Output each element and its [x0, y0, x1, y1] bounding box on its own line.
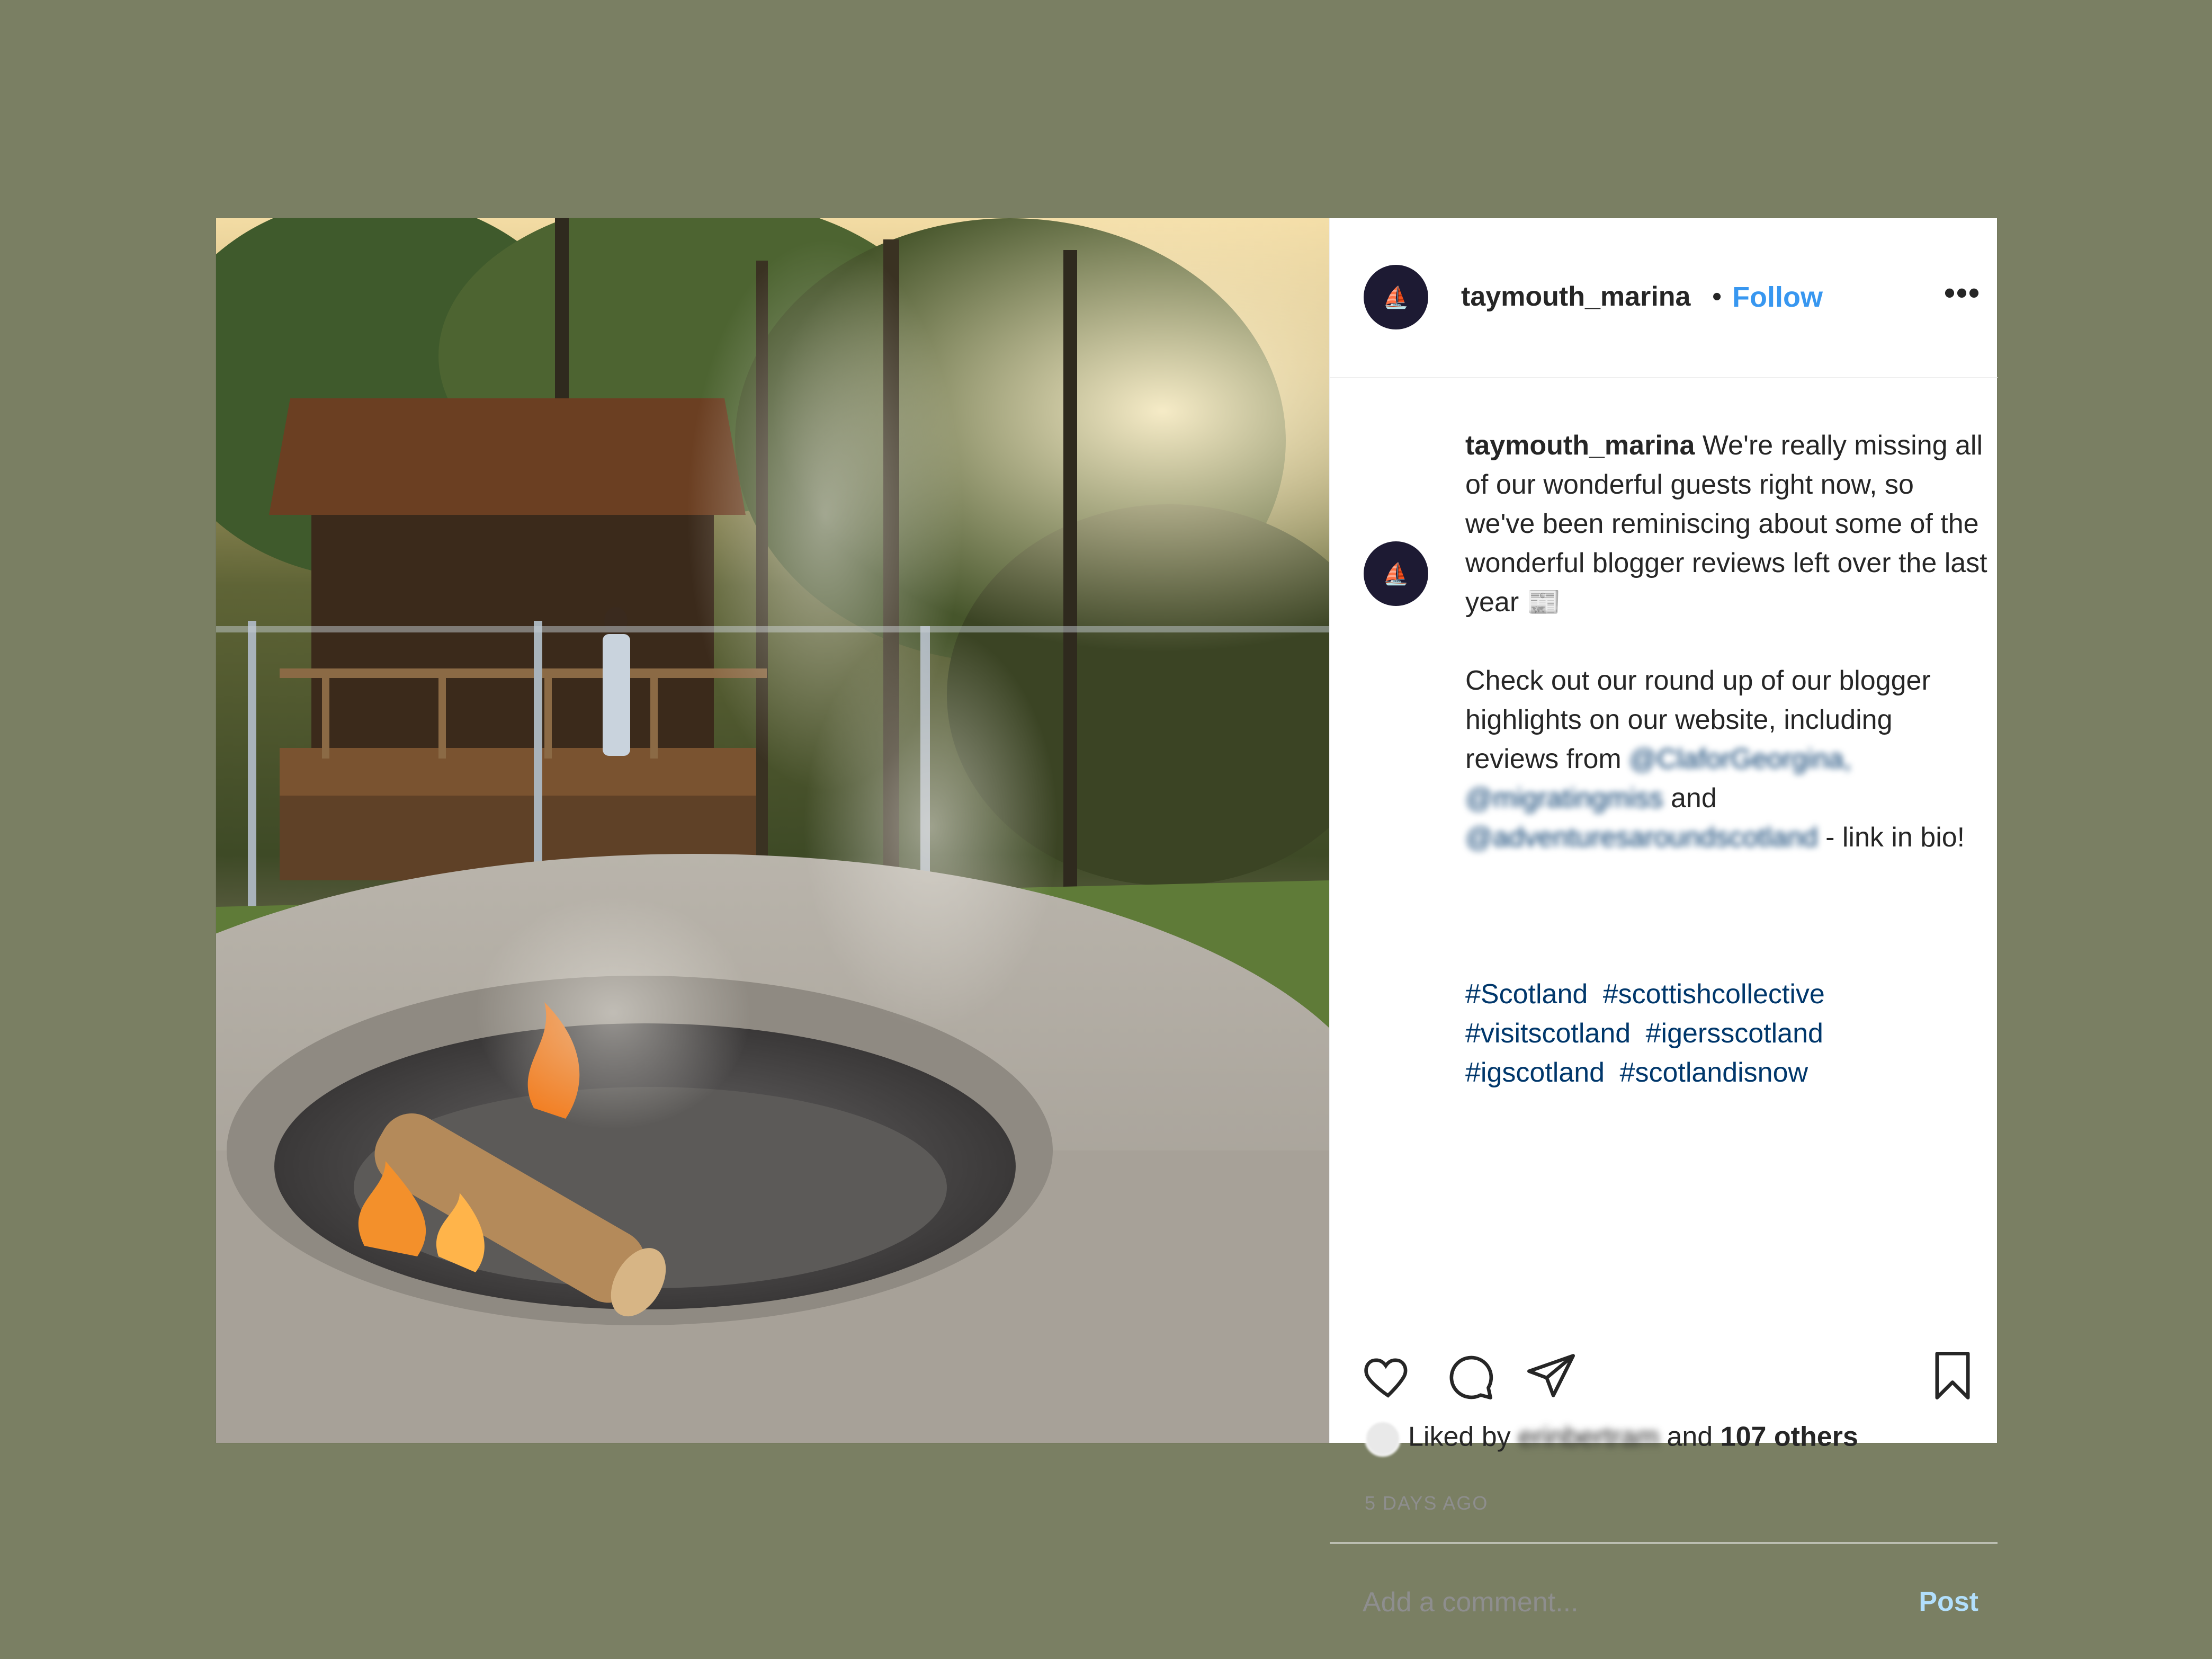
liker-name[interactable]: erinbertram: [1518, 1422, 1659, 1452]
post-side-panel: ⛵ taymouth_marina • Follow ••• ⛵ taymout…: [1329, 218, 1998, 1629]
comment-bar: Post: [1330, 1542, 1998, 1656]
mention-link[interactable]: @migratingmiss: [1465, 783, 1663, 814]
hashtag-link[interactable]: #Scotland: [1465, 979, 1588, 1010]
post-photo[interactable]: [216, 218, 1329, 1443]
hashtag-link[interactable]: #visitscotland: [1465, 1018, 1631, 1049]
save-bookmark-icon[interactable]: [1926, 1349, 1979, 1402]
mention-link[interactable]: @ClaforGeorgina,: [1629, 744, 1851, 774]
header-username[interactable]: taymouth_marina: [1461, 281, 1690, 313]
hashtag-link[interactable]: #scotlandisnow: [1620, 1057, 1808, 1088]
hashtag-link[interactable]: #scottishcollective: [1603, 979, 1825, 1010]
likes-summary[interactable]: Liked by erinbertram and 107 others: [1365, 1421, 1858, 1457]
instagram-post-card: ⛵ taymouth_marina • Follow ••• ⛵ taymout…: [216, 218, 1998, 1629]
post-comment-button[interactable]: Post: [1919, 1586, 1978, 1618]
mention-link[interactable]: @adventuresaroundscotland: [1465, 822, 1818, 853]
fire-pit-scene: [216, 218, 1329, 1443]
caption-avatar[interactable]: ⛵: [1364, 541, 1428, 606]
marina-logo-icon: ⛵: [1383, 286, 1409, 309]
profile-avatar[interactable]: ⛵: [1364, 265, 1428, 329]
post-timestamp: 5 DAYS AGO: [1365, 1492, 1489, 1514]
header-separator: •: [1712, 281, 1722, 312]
post-header: ⛵ taymouth_marina • Follow •••: [1330, 218, 1998, 378]
hashtag-link[interactable]: #igscotland: [1465, 1057, 1605, 1088]
likes-count[interactable]: 107 others: [1721, 1422, 1858, 1452]
more-options-icon[interactable]: •••: [1944, 274, 1981, 311]
caption-line2-end: - link in bio!: [1817, 822, 1965, 853]
caption-text: taymouth_marina We're really missing all…: [1465, 426, 1990, 857]
hashtags: #Scotland #scottishcollective #visitscot…: [1465, 975, 1990, 1092]
follow-button[interactable]: Follow: [1732, 281, 1823, 314]
comment-bubble-icon[interactable]: [1443, 1349, 1496, 1402]
caption-and: and: [1663, 783, 1717, 814]
liked-by-mid: and: [1659, 1421, 1721, 1452]
comment-input[interactable]: [1362, 1575, 1883, 1629]
liker-avatar: [1365, 1421, 1401, 1457]
liked-by-prefix: Liked by: [1408, 1421, 1519, 1452]
like-heart-icon[interactable]: [1362, 1349, 1414, 1402]
caption-username[interactable]: taymouth_marina: [1465, 430, 1695, 461]
marina-logo-icon: ⛵: [1383, 562, 1409, 586]
hashtag-link[interactable]: #igersscotland: [1646, 1018, 1823, 1049]
share-paper-plane-icon[interactable]: [1525, 1349, 1578, 1402]
